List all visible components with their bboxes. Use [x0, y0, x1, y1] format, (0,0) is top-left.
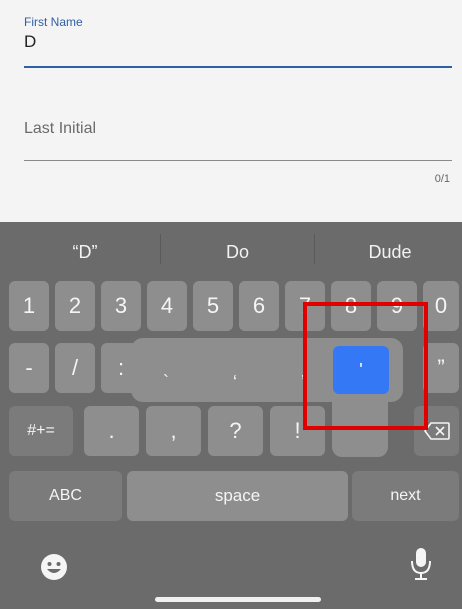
- key-question[interactable]: ?: [208, 406, 263, 456]
- accent-option-left-quote[interactable]: ‘: [215, 358, 255, 406]
- key-0[interactable]: 0: [423, 281, 459, 331]
- key-3[interactable]: 3: [101, 281, 141, 331]
- smiley-face-icon[interactable]: [38, 551, 70, 583]
- abc-key[interactable]: ABC: [9, 471, 122, 521]
- key-hyphen[interactable]: -: [9, 343, 49, 393]
- form: First Name D Last Initial 0/1: [0, 0, 462, 222]
- key-4[interactable]: 4: [147, 281, 187, 331]
- key-5[interactable]: 5: [193, 281, 233, 331]
- home-indicator: [155, 597, 321, 602]
- first-name-input[interactable]: D: [24, 32, 36, 52]
- suggestion-2[interactable]: Do: [170, 242, 305, 263]
- key-quote[interactable]: ”: [423, 343, 459, 393]
- key-period[interactable]: .: [84, 406, 139, 456]
- key-comma[interactable]: ,: [146, 406, 201, 456]
- last-initial-input[interactable]: Last Initial: [24, 120, 96, 138]
- key-slash[interactable]: /: [55, 343, 95, 393]
- symbols-toggle-key[interactable]: #+=: [9, 406, 73, 456]
- key-6[interactable]: 6: [239, 281, 279, 331]
- highlight-box: [303, 302, 428, 430]
- first-name-label: First Name: [24, 15, 83, 29]
- microphone-icon[interactable]: [408, 546, 434, 582]
- first-name-underline: [24, 66, 452, 68]
- suggestion-separator: [160, 234, 161, 264]
- accent-option-grave[interactable]: `: [146, 358, 186, 406]
- key-2[interactable]: 2: [55, 281, 95, 331]
- last-initial-underline: [24, 160, 452, 161]
- space-key[interactable]: space: [127, 471, 348, 521]
- suggestion-separator: [314, 234, 315, 264]
- suggestion-3[interactable]: Dude: [325, 242, 455, 263]
- character-counter: 0/1: [434, 173, 450, 185]
- key-1[interactable]: 1: [9, 281, 49, 331]
- suggestion-1[interactable]: “D”: [20, 242, 150, 263]
- next-key[interactable]: next: [352, 471, 459, 521]
